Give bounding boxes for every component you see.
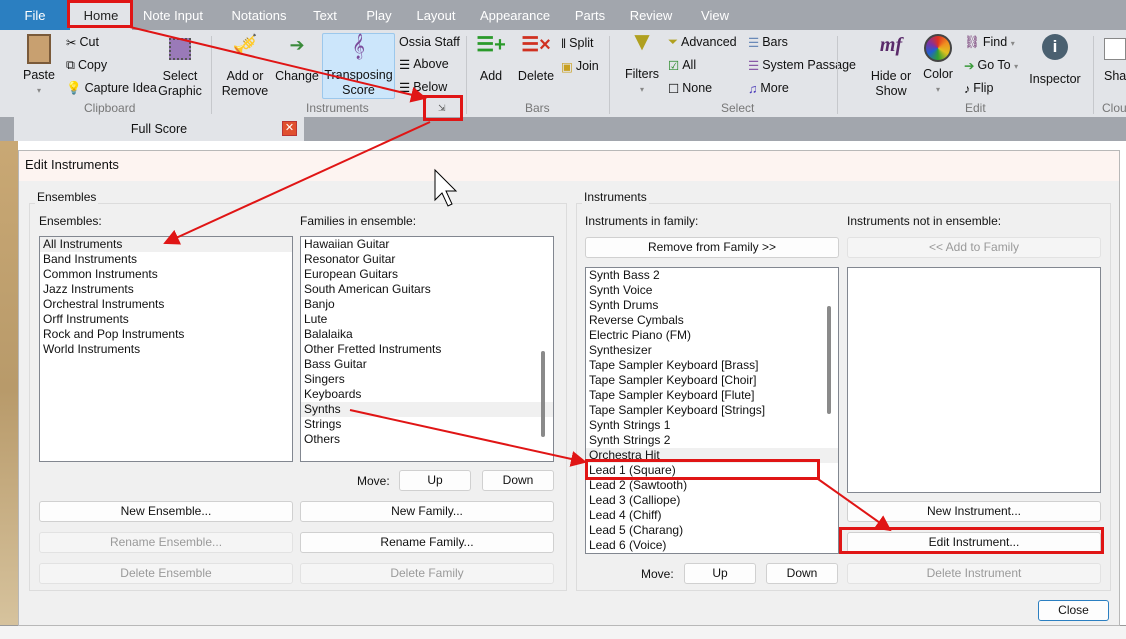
mouse-cursor-icon [434,168,458,207]
arrow-home-to-launcher [129,26,427,103]
arrow-synths-to-lead [349,409,587,467]
arrow-lead-to-edit [817,478,892,532]
annotation-arrows [129,26,892,532]
arrow-launcher-to-ensembles [163,121,431,245]
